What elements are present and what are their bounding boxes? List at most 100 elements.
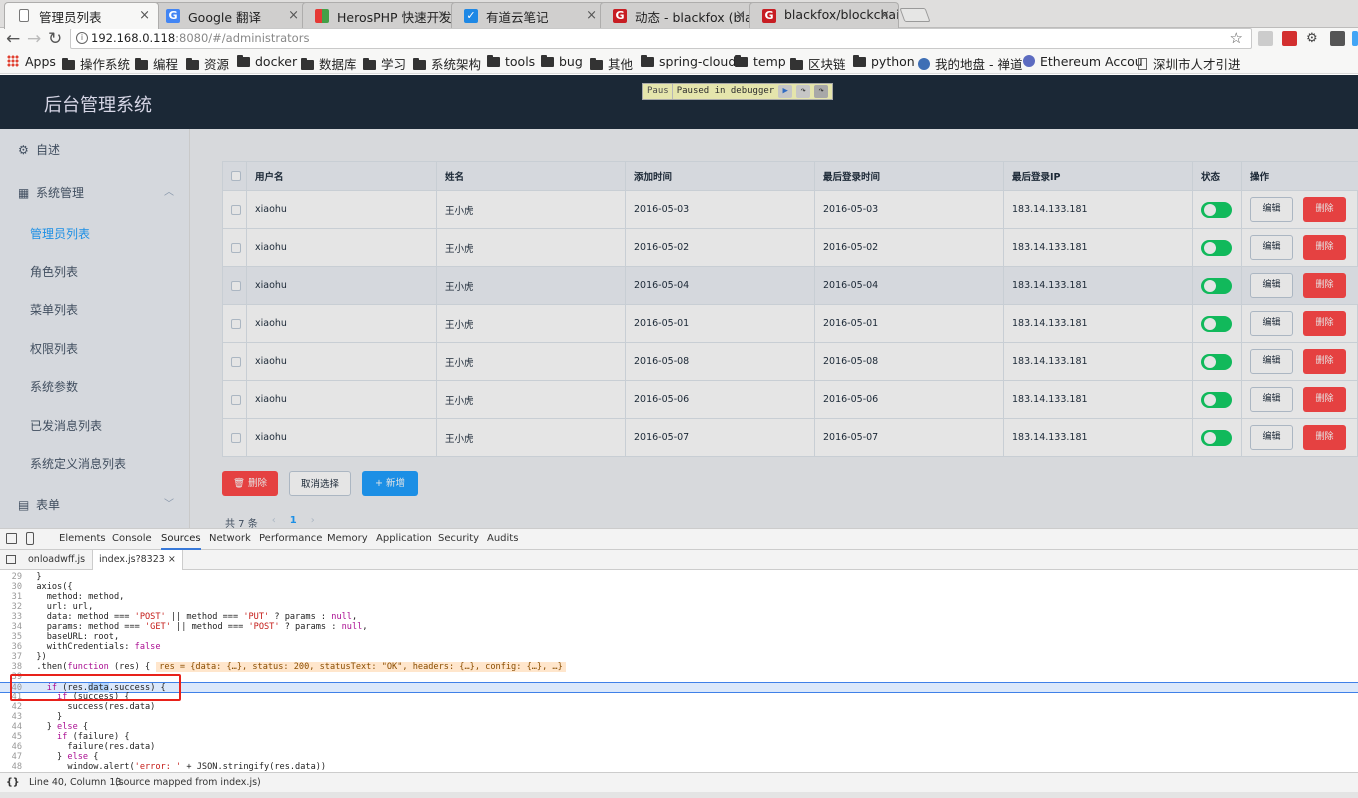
bookmark-star-icon[interactable]: ☆ xyxy=(1230,29,1243,48)
row-checkbox[interactable] xyxy=(231,242,241,253)
add-button[interactable]: + 新增 xyxy=(362,471,418,496)
sidebar-item-sent-messages[interactable]: 已发消息列表 xyxy=(0,407,190,445)
line-number[interactable]: 34 xyxy=(0,622,22,632)
select-all-checkbox[interactable] xyxy=(231,171,241,181)
cancel-selection-button[interactable]: 取消选择 xyxy=(289,471,351,496)
resume-icon[interactable]: ▶ xyxy=(778,85,793,98)
devtools-tab-elements[interactable]: Elements xyxy=(59,529,106,550)
line-number[interactable]: 46 xyxy=(0,742,22,752)
sidebar-item-administrators[interactable]: 管理员列表 xyxy=(0,215,190,253)
line-number[interactable]: 41 xyxy=(0,692,22,702)
bookmark-folder[interactable]: 区块链 xyxy=(790,54,846,73)
edit-button[interactable]: 编辑 xyxy=(1250,387,1293,412)
devtools-tab-application[interactable]: Application xyxy=(376,529,432,550)
bookmark-folder[interactable]: bug xyxy=(541,54,583,69)
delete-button[interactable]: 删除 xyxy=(1303,273,1346,298)
browser-tab-google-translate[interactable]: G Google 翻译 × xyxy=(153,2,308,28)
pretty-print-icon[interactable]: {} xyxy=(6,773,20,792)
devtools-tab-audits[interactable]: Audits xyxy=(487,529,518,550)
delete-button[interactable]: 删除 xyxy=(1303,235,1346,260)
line-number[interactable]: 35 xyxy=(0,632,22,642)
extension-icon[interactable] xyxy=(1352,31,1358,46)
devtools-tab-sources[interactable]: Sources xyxy=(161,529,201,550)
reload-icon[interactable]: ↻ xyxy=(48,30,62,48)
close-tab-icon[interactable]: × xyxy=(879,8,890,23)
bookmark-folder[interactable]: spring-cloud xyxy=(641,54,736,69)
extension-icon[interactable] xyxy=(1330,31,1345,46)
bookmark-ethereum[interactable]: Ethereum Accou xyxy=(1023,54,1143,69)
browser-tab-gitee-activity[interactable]: G 动态 - blackfox (bla × xyxy=(600,2,755,28)
step-over-icon[interactable]: ↷ xyxy=(796,85,811,98)
sidebar-item-system[interactable]: ▦ 系统管理 ︿ xyxy=(0,174,190,212)
bookmark-folder[interactable]: tools xyxy=(487,54,535,69)
navigator-toggle-icon[interactable] xyxy=(6,555,16,564)
close-tab-icon[interactable]: × xyxy=(735,8,746,23)
new-tab-button[interactable] xyxy=(899,8,931,22)
row-checkbox[interactable] xyxy=(231,318,241,329)
line-number[interactable]: 29 xyxy=(0,572,22,582)
url-input[interactable]: i 192.168.0.118:8080/#/administrators ☆ xyxy=(70,28,1252,49)
status-toggle[interactable] xyxy=(1201,239,1232,256)
close-file-icon[interactable]: × xyxy=(168,554,176,565)
delete-button[interactable]: 删除 xyxy=(1303,311,1346,336)
line-number[interactable]: 43 xyxy=(0,712,22,722)
browser-tab-administrators[interactable]: 管理员列表 × xyxy=(4,2,159,29)
sidebar-item-overview[interactable]: ⚙ 自述 xyxy=(0,131,190,169)
sidebar-item-params[interactable]: 系统参数 xyxy=(0,368,190,406)
line-number[interactable]: 37 xyxy=(0,652,22,662)
edit-button[interactable]: 编辑 xyxy=(1250,349,1293,374)
pager-prev-button[interactable]: ‹ xyxy=(272,515,276,528)
status-toggle[interactable] xyxy=(1201,201,1232,218)
close-tab-icon[interactable]: × xyxy=(586,8,597,23)
edit-button[interactable]: 编辑 xyxy=(1250,197,1293,222)
device-toolbar-icon[interactable] xyxy=(26,532,34,545)
bookmark-folder[interactable]: python xyxy=(853,54,915,69)
edit-button[interactable]: 编辑 xyxy=(1250,235,1293,260)
row-checkbox[interactable] xyxy=(231,204,241,215)
status-toggle[interactable] xyxy=(1201,429,1232,446)
line-number[interactable]: 39 xyxy=(0,672,22,682)
close-tab-icon[interactable]: × xyxy=(437,8,448,23)
status-toggle[interactable] xyxy=(1201,277,1232,294)
browser-tab-gitee-blockchain[interactable]: G blackfox/blockchai × xyxy=(749,2,899,28)
step-over-icon[interactable]: ↷ xyxy=(814,85,829,98)
devtools-tab-memory[interactable]: Memory xyxy=(327,529,368,550)
line-number[interactable]: 33 xyxy=(0,612,22,622)
forward-arrow-icon[interactable]: → xyxy=(27,30,41,48)
batch-delete-button[interactable]: 🗑 删除 xyxy=(222,471,278,496)
line-number[interactable]: 32 xyxy=(0,602,22,612)
edit-button[interactable]: 编辑 xyxy=(1250,311,1293,336)
back-arrow-icon[interactable]: ← xyxy=(6,30,20,48)
bookmark-folder[interactable]: temp xyxy=(735,54,786,69)
bookmark-apps[interactable]: Apps xyxy=(7,54,56,69)
row-checkbox[interactable] xyxy=(231,394,241,405)
inspect-element-icon[interactable] xyxy=(6,533,17,544)
sidebar-item-permissions[interactable]: 权限列表 xyxy=(0,330,190,368)
devtools-tab-console[interactable]: Console xyxy=(112,529,152,550)
extension-icon[interactable] xyxy=(1282,31,1297,46)
devtools-tab-network[interactable]: Network xyxy=(209,529,251,550)
bookmark-folder[interactable]: 资源 xyxy=(186,54,229,73)
close-tab-icon[interactable]: × xyxy=(139,8,150,23)
bookmark-folder[interactable]: 编程 xyxy=(135,54,178,73)
delete-button[interactable]: 删除 xyxy=(1303,197,1346,222)
pager-next-button[interactable]: › xyxy=(311,515,315,528)
file-tab-onloadwff[interactable]: onloadwff.js xyxy=(22,550,91,569)
row-checkbox[interactable] xyxy=(231,432,241,443)
file-tab-index-js[interactable]: index.js?8323 × xyxy=(92,550,183,570)
edit-button[interactable]: 编辑 xyxy=(1250,273,1293,298)
delete-button[interactable]: 删除 xyxy=(1303,349,1346,374)
bookmark-folder[interactable]: 系统架构 xyxy=(413,54,481,73)
sidebar-item-forms[interactable]: ▤ 表单 ﹀ xyxy=(0,486,190,524)
status-toggle[interactable] xyxy=(1201,315,1232,332)
bookmark-folder[interactable]: 学习 xyxy=(363,54,406,73)
line-number[interactable]: 45 xyxy=(0,732,22,742)
line-number[interactable]: 44 xyxy=(0,722,22,732)
sidebar-item-roles[interactable]: 角色列表 xyxy=(0,253,190,291)
sidebar-item-message-definitions[interactable]: 系统定义消息列表 xyxy=(0,445,190,483)
devtools-tab-security[interactable]: Security xyxy=(438,529,479,550)
line-number[interactable]: 48 xyxy=(0,762,22,772)
line-number[interactable]: 36 xyxy=(0,642,22,652)
devtools-tab-performance[interactable]: Performance xyxy=(259,529,322,550)
delete-button[interactable]: 删除 xyxy=(1303,425,1346,450)
